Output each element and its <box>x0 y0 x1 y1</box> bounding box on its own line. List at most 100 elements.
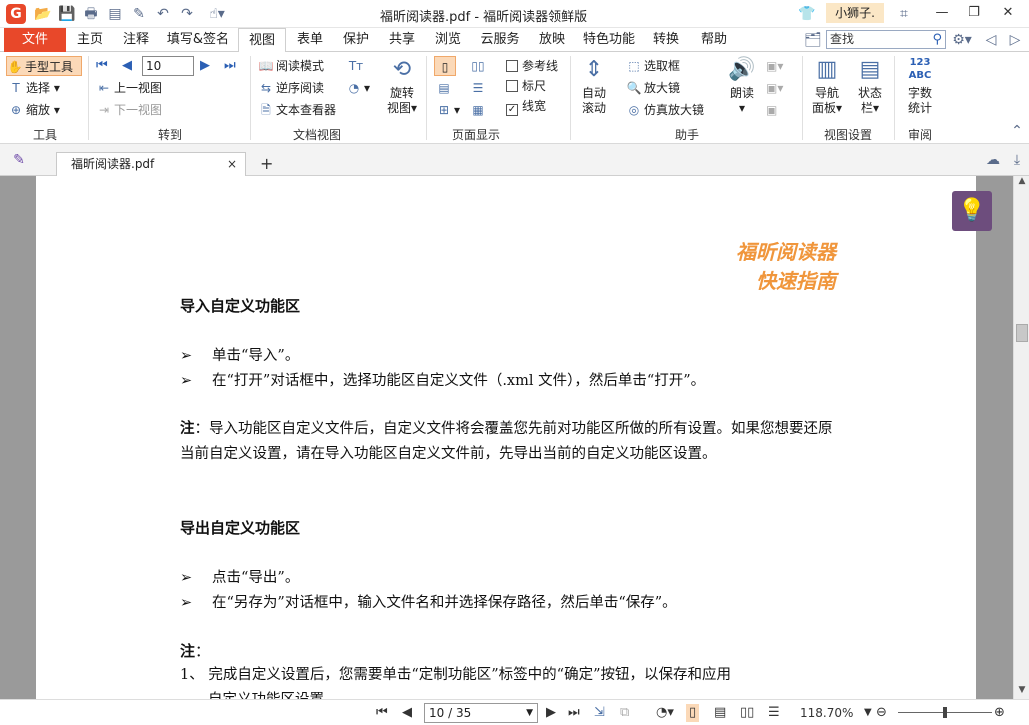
properties-icon[interactable]: ▤ <box>106 5 124 23</box>
user-account-button[interactable]: 小狮子. <box>826 3 884 23</box>
print-icon[interactable]: 🖶 <box>82 5 100 23</box>
loupe-button[interactable]: ◎ 仿真放大镜 <box>626 100 704 120</box>
tab-features[interactable]: 特色功能 <box>578 28 640 52</box>
grid-icon[interactable]: ⌗ <box>895 5 913 23</box>
view-dropdown-icon[interactable]: ◔ ▾ <box>346 78 370 98</box>
first-page-icon[interactable]: ⏮ <box>96 56 108 76</box>
redo-icon[interactable]: ↷ <box>178 5 196 23</box>
next-page-icon[interactable]: ▶ <box>546 704 556 722</box>
save-icon[interactable]: 💾 <box>58 5 76 23</box>
cloud-icon[interactable]: ☁ <box>984 151 1002 169</box>
tab-comment[interactable]: 注释 <box>116 28 156 52</box>
tab-home[interactable]: 主页 <box>70 28 110 52</box>
single-page-icon[interactable]: ▯ <box>434 56 456 76</box>
continuous-icon[interactable]: ▤ <box>714 704 726 722</box>
scroll-up-icon[interactable]: ▲ <box>1014 176 1029 190</box>
vertical-scrollbar[interactable]: ▲ ▼ <box>1013 176 1029 699</box>
tab-help[interactable]: 帮助 <box>694 28 734 52</box>
two-page-icon[interactable]: ▯▯ <box>740 704 754 722</box>
line-width-checkbox[interactable]: ✓ 线宽 <box>506 97 546 116</box>
aloud-option-2-icon[interactable]: ▣▾ <box>766 78 783 98</box>
search-input[interactable]: 查找 ⚲ <box>826 30 946 49</box>
cover-page-icon[interactable]: ▦ <box>470 100 488 120</box>
tab-cloud[interactable]: 云服务 <box>474 28 526 52</box>
back-arrow-icon[interactable]: ◁ <box>982 31 1000 49</box>
tab-share[interactable]: 共享 <box>382 28 422 52</box>
hand-tool-button[interactable]: ✋ 手型工具 <box>6 56 82 76</box>
copy-page-icon[interactable]: ⧉ <box>620 704 629 722</box>
search-icon[interactable]: ⚲ <box>932 31 942 48</box>
ruler-checkbox[interactable]: 标尺 <box>506 77 546 95</box>
document-tabs-icon[interactable]: ✎ <box>10 151 28 169</box>
view-mode-icon[interactable]: ◔▾ <box>656 704 674 722</box>
tab-browse[interactable]: 浏览 <box>428 28 468 52</box>
auto-scroll-button[interactable]: ⇕ 自动 滚动 <box>576 56 612 116</box>
tab-menu-icon[interactable]: ⤓ <box>1008 151 1026 169</box>
tab-form[interactable]: 表单 <box>290 28 330 52</box>
text-mode-icon[interactable]: Tт <box>348 56 366 76</box>
select-tool-button[interactable]: T 选择 ▾ <box>8 78 60 98</box>
minimize-button[interactable]: — <box>928 4 956 22</box>
restore-button[interactable]: ❐ <box>960 4 988 22</box>
zoom-slider-thumb[interactable] <box>943 707 947 718</box>
prev-page-icon[interactable]: ◀ <box>402 704 412 722</box>
continuous-icon[interactable]: ▤ <box>436 78 454 98</box>
word-count-button[interactable]: 123 ABC 字数 统计 <box>900 56 940 116</box>
first-page-icon[interactable]: ⏮ <box>376 704 388 722</box>
zoom-dropdown-icon[interactable]: ▼ <box>864 704 872 722</box>
reverse-read-button[interactable]: ⇆ 逆序阅读 <box>258 78 324 98</box>
prev-view-button[interactable]: ⇤ 上一视图 <box>96 78 162 98</box>
tab-file[interactable]: 文件 <box>4 28 66 52</box>
text-viewer-button[interactable]: 🗎 文本查看器 <box>258 100 336 120</box>
facing-continuous-icon[interactable]: ☰ <box>768 704 780 722</box>
prev-page-icon[interactable]: ◀ <box>122 56 132 76</box>
magnifier-button[interactable]: 🔍 放大镜 <box>626 78 681 98</box>
single-page-icon[interactable]: ▯ <box>686 704 700 722</box>
nav-panel-button[interactable]: ▥ 导航 面板▾ <box>808 56 846 116</box>
tab-view[interactable]: 视图 <box>238 28 286 53</box>
settings-gear-icon[interactable]: ⚙▾ <box>950 31 974 49</box>
select-box-button[interactable]: ⬚ 选取框 <box>626 56 680 76</box>
last-page-icon[interactable]: ⏭ <box>224 56 236 76</box>
undo-icon[interactable]: ↶ <box>154 5 172 23</box>
aloud-option-1-icon[interactable]: ▣▾ <box>766 56 783 76</box>
next-page-icon[interactable]: ▶ <box>200 56 210 76</box>
page-indicator-input[interactable]: 10 / 35 ▼ <box>424 703 538 723</box>
status-bar-button[interactable]: ▤ 状态 栏▾ <box>852 56 888 116</box>
zoom-in-icon[interactable]: ⊕ <box>994 704 1005 722</box>
tab-fill-sign[interactable]: 填写&签名 <box>162 28 234 52</box>
hand-dropdown-icon[interactable]: ☝▾ <box>202 5 232 23</box>
new-tab-button[interactable]: + <box>260 154 273 173</box>
zoom-tool-button[interactable]: ⊕ 缩放 ▾ <box>8 100 60 120</box>
scroll-down-icon[interactable]: ▼ <box>1014 685 1029 699</box>
tab-convert[interactable]: 转换 <box>646 28 686 52</box>
export-page-icon[interactable]: ⇲ <box>594 704 605 722</box>
aloud-option-3-icon[interactable]: ▣ <box>766 100 777 120</box>
chevron-down-icon[interactable]: ▼ <box>526 704 533 722</box>
page-number-input[interactable]: 10 <box>142 56 194 76</box>
skin-icon[interactable]: 👕 <box>798 5 816 23</box>
two-page-icon[interactable]: ▯▯ <box>470 56 488 76</box>
facing-continuous-icon[interactable]: ☰ <box>470 78 488 98</box>
read-mode-button[interactable]: 📖 阅读模式 <box>258 56 325 76</box>
tab-protect[interactable]: 保护 <box>336 28 376 52</box>
next-view-button[interactable]: ⇥ 下一视图 <box>96 100 162 120</box>
app-logo-icon[interactable]: G <box>6 4 26 24</box>
document-viewport[interactable]: 福昕阅读器 快速指南 导入自定义功能区 ➢ 单击“导入”。 ➢ 在“打开”对话框中，… <box>0 176 1013 699</box>
tab-slideshow[interactable]: 放映 <box>532 28 572 52</box>
new-icon[interactable]: ✎ <box>130 5 148 23</box>
scroll-thumb[interactable] <box>1016 324 1028 342</box>
close-button[interactable]: ✕ <box>994 4 1022 22</box>
zoom-out-icon[interactable]: ⊖ <box>876 704 887 722</box>
last-page-icon[interactable]: ⏭ <box>568 704 580 722</box>
forward-arrow-icon[interactable]: ▷ <box>1006 31 1024 49</box>
document-tab[interactable]: 福昕阅读器.pdf × <box>56 152 246 176</box>
lightbulb-icon[interactable]: 💡 <box>952 191 992 231</box>
read-aloud-button[interactable]: 🔊 朗读 ▾ <box>724 56 760 116</box>
zoom-level[interactable]: 118.70% <box>800 704 853 722</box>
collapse-ribbon-icon[interactable]: ⌃ <box>1008 122 1026 140</box>
ref-lines-checkbox[interactable]: 参考线 <box>506 57 558 75</box>
split-view-icon[interactable]: ⊞ ▾ <box>436 100 460 120</box>
close-tab-icon[interactable]: × <box>227 153 237 175</box>
rotate-view-button[interactable]: ⟲ 旋转 视图▾ <box>382 56 422 116</box>
